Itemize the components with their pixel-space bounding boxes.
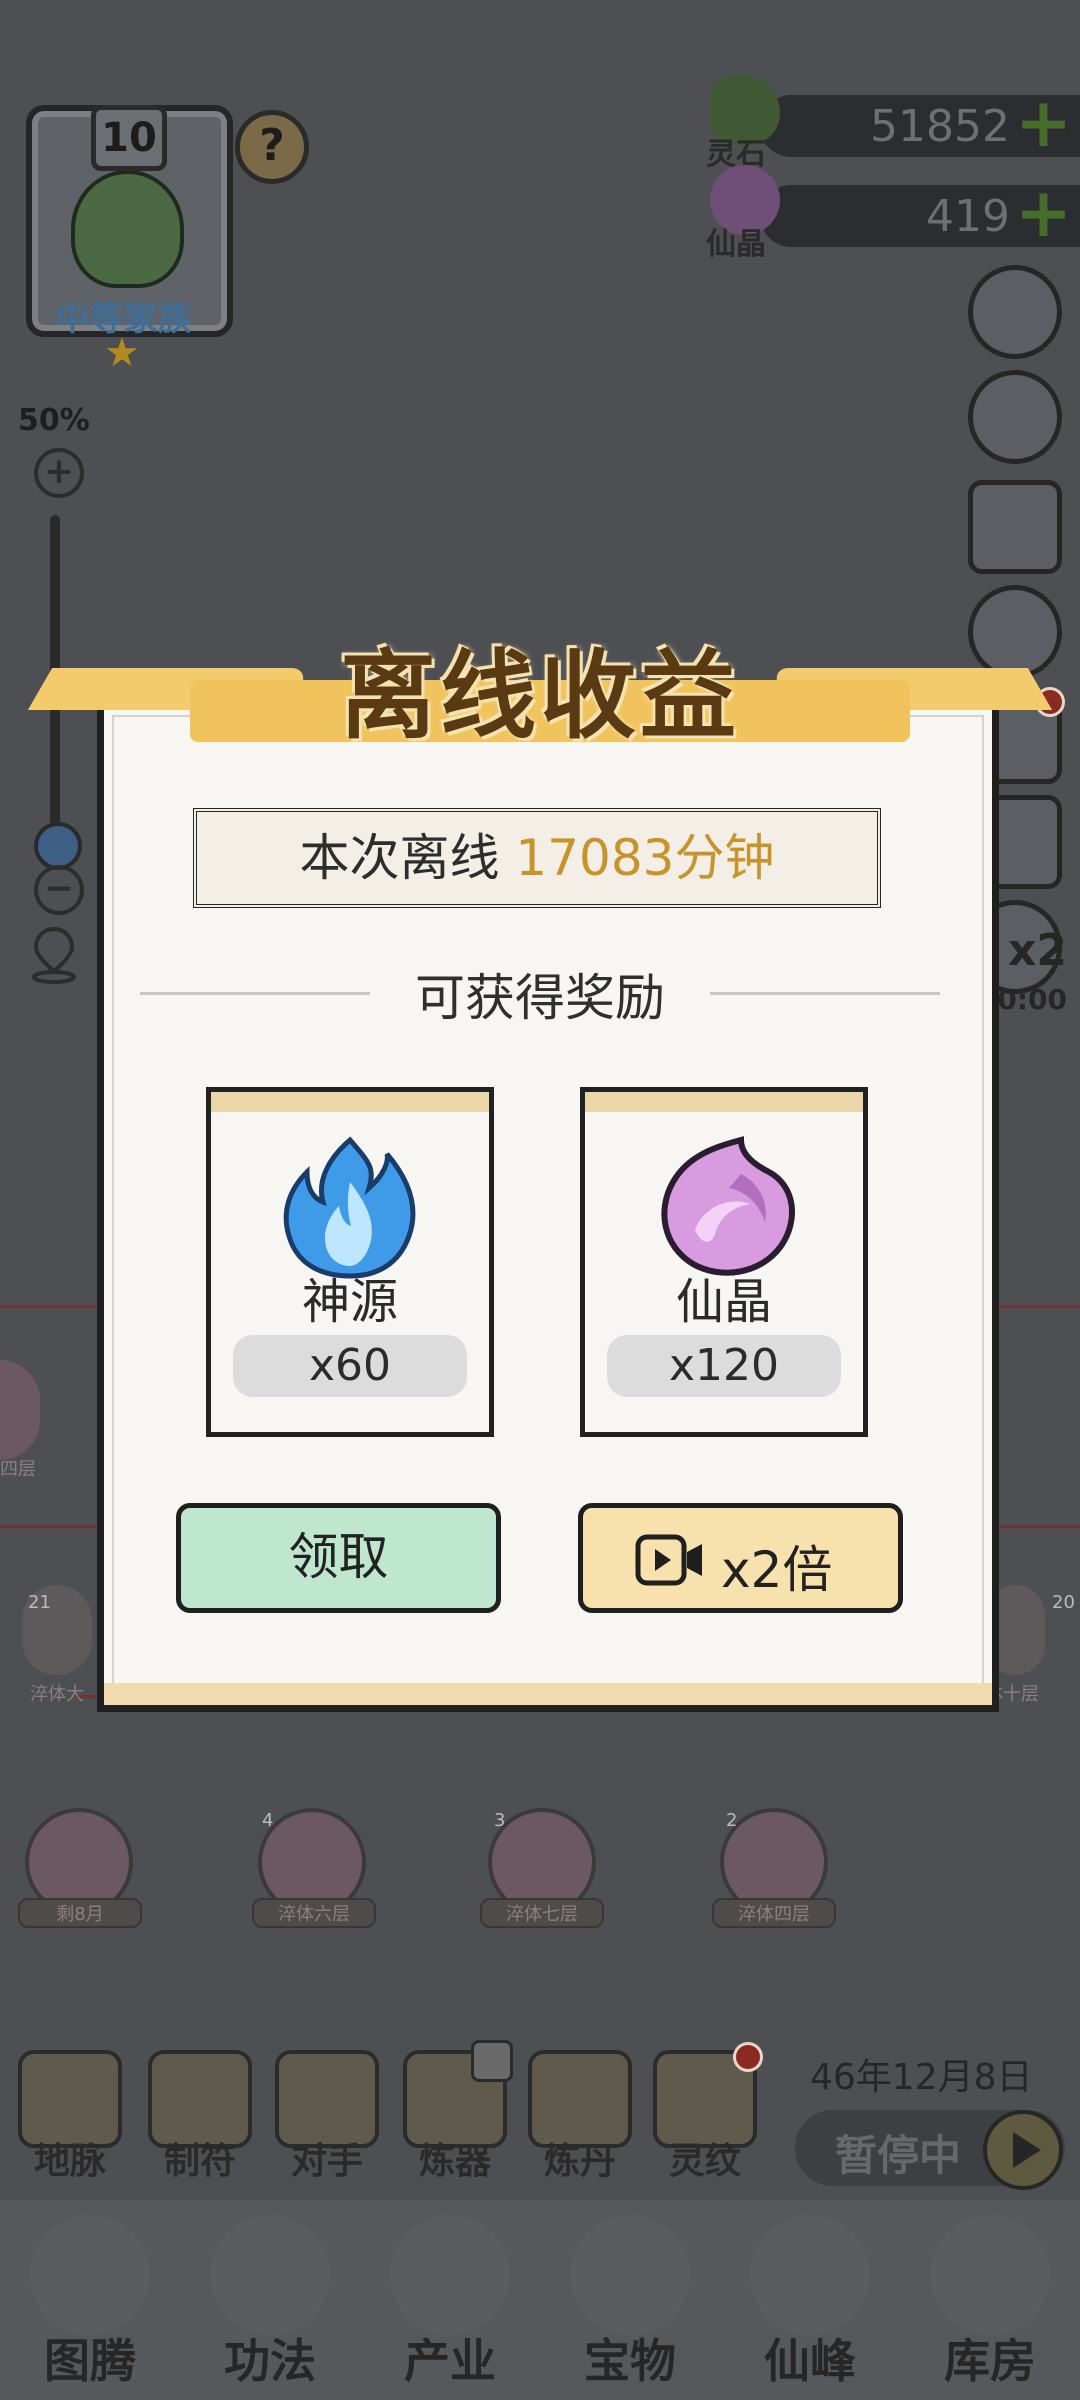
dialog-bottom-strip [104, 1683, 992, 1705]
blue-flame-icon [283, 1136, 416, 1279]
card-top-strip [585, 1092, 863, 1112]
reward-quantity: x60 [233, 1335, 467, 1397]
reward-quantity: x120 [607, 1335, 841, 1397]
claim-button[interactable]: 领取 [176, 1503, 501, 1613]
card-top-strip [211, 1092, 489, 1112]
purple-crystal-icon [661, 1136, 796, 1276]
offline-duration-box: 本次离线 17083分钟 [193, 808, 881, 908]
reward-name: 神源 [301, 1274, 398, 1330]
double-label: x2倍 [721, 1541, 833, 1599]
reward-card: 仙晶 x120 [580, 1087, 868, 1437]
watch-ad-double-button[interactable]: x2倍 [578, 1503, 903, 1613]
offline-label: 本次离线 [299, 829, 500, 887]
offline-duration: 17083分钟 [515, 829, 775, 887]
reward-card: 神源 x60 [206, 1087, 494, 1437]
dialog-title: 离线收益 [340, 640, 740, 752]
reward-name: 仙晶 [675, 1274, 772, 1330]
video-camera-icon [635, 1534, 702, 1586]
divider-right [710, 992, 940, 995]
